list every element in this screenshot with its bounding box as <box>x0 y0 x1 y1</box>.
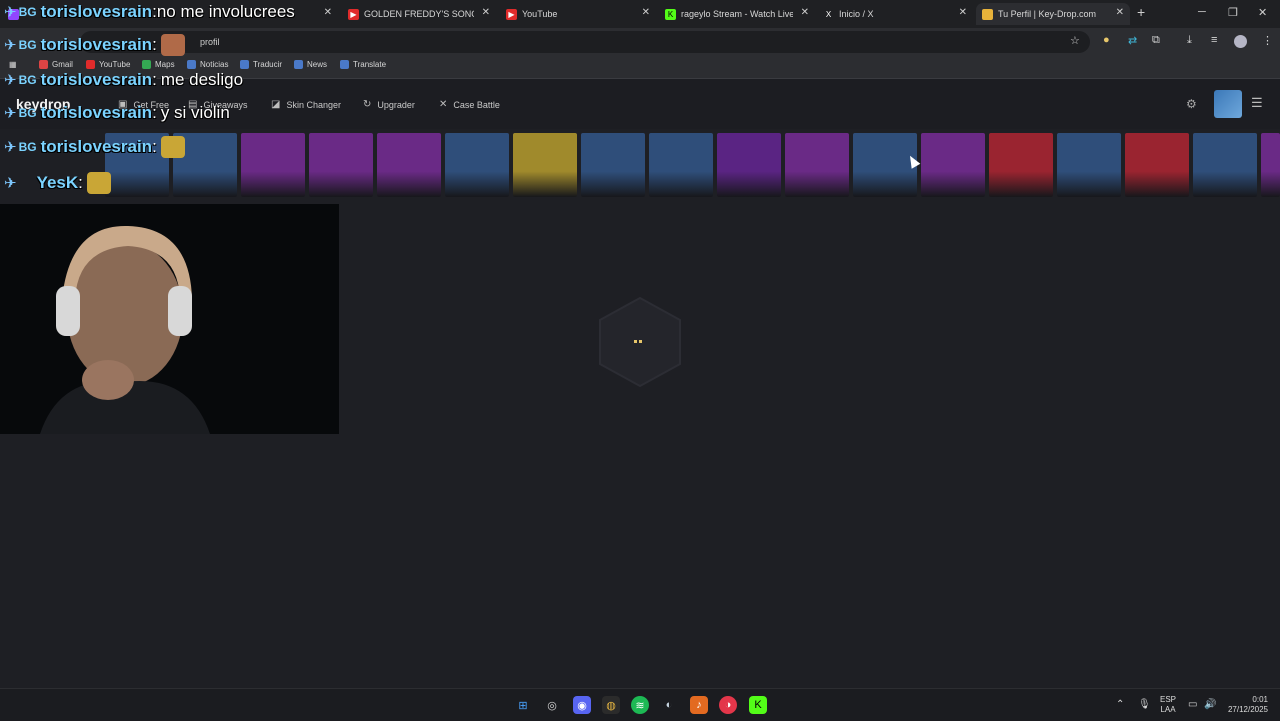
apps-grid-icon[interactable]: ▦ <box>9 60 17 69</box>
kick-icon: K <box>665 8 676 20</box>
live-drop-tile[interactable] <box>581 133 645 197</box>
live-drop-tile[interactable] <box>921 133 985 197</box>
bookmark-star-icon[interactable]: ☆ <box>1070 34 1080 47</box>
close-tab-icon[interactable]: ✕ <box>801 7 809 18</box>
discord-icon[interactable]: ◉ <box>573 696 591 714</box>
live-drop-tile[interactable] <box>105 133 169 197</box>
nav-upgrader[interactable]: ↻ Upgrader <box>363 99 415 110</box>
youtube-icon: ▶ <box>348 8 359 20</box>
volume-icon[interactable]: 🔊 <box>1204 699 1216 710</box>
site-menu-icon[interactable]: ☰ <box>1251 95 1263 111</box>
live-drop-tile[interactable] <box>785 133 849 197</box>
system-clock[interactable]: 0:01 27/12/2025 <box>1224 695 1268 715</box>
live-drop-tile[interactable] <box>1125 133 1189 197</box>
live-drop-tile[interactable] <box>173 133 237 197</box>
chrome-icon[interactable]: ◍ <box>602 696 620 714</box>
close-tab-icon[interactable]: ✕ <box>324 7 332 18</box>
settings-gear-icon[interactable]: ⚙ <box>1186 97 1197 111</box>
address-bar-text: profil <box>200 37 220 47</box>
obs-icon[interactable]: ◎ <box>543 696 561 714</box>
live-drop-tile[interactable] <box>241 133 305 197</box>
nav-giveaways[interactable]: ▤ Giveaways <box>188 99 247 110</box>
twitch-icon <box>8 8 19 20</box>
restore-icon[interactable]: ❐ <box>1228 6 1238 19</box>
minimize-icon[interactable]: ─ <box>1198 6 1206 18</box>
bookmarks-bar: ▦ Gmail YouTube Maps Noticias Traducir N… <box>0 56 1280 79</box>
live-drop-tile[interactable] <box>513 133 577 197</box>
nav-skin-changer[interactable]: ◪ Skin Changer <box>271 99 341 110</box>
live-drop-tile[interactable] <box>1261 133 1280 197</box>
tab-youtube[interactable]: ▶ YouTube ✕ <box>506 3 656 25</box>
fl-studio-icon[interactable]: ♪ <box>690 696 708 714</box>
address-bar[interactable]: profil <box>80 31 1090 53</box>
browser-menu-icon[interactable]: ⋮ <box>1262 34 1273 47</box>
tab-x[interactable]: X Inicio / X ✕ <box>823 3 973 25</box>
spinner-dot <box>639 340 642 343</box>
gift-icon: ▣ <box>118 99 128 110</box>
live-drop-tile[interactable] <box>717 133 781 197</box>
live-drops-strip <box>0 133 1280 197</box>
windows-start-icon[interactable]: ⊞ <box>514 696 532 714</box>
user-avatar[interactable] <box>1214 90 1242 118</box>
live-drop-tile[interactable] <box>445 133 509 197</box>
tab-kick-stream[interactable]: K rageylo Stream - Watch Live on ✕ <box>665 3 815 25</box>
x-icon: X <box>825 9 832 19</box>
downloads-icon[interactable]: ⤓ <box>1187 34 1192 47</box>
close-tab-icon[interactable]: ✕ <box>482 7 490 18</box>
bookmark-noticias[interactable]: Noticias <box>187 60 228 69</box>
live-drop-tile[interactable] <box>1193 133 1257 197</box>
tray-chevron-icon[interactable]: ⌃ <box>1116 699 1124 710</box>
spotify-icon[interactable]: ≋ <box>631 696 649 714</box>
extension-icon[interactable]: ● <box>1103 34 1110 46</box>
site-navbar: keydrop ▣ Get Free ▤ Giveaways ◪ Skin Chang… <box>0 79 1280 129</box>
windows-taskbar: ⊞ ◎ ◉ ◍ ≋ ◐ ♪ ◑ K ⌃ 🎙 ESP LAA ▭ 🔊 0:01 2… <box>0 688 1280 721</box>
live-drop-tile[interactable] <box>853 133 917 197</box>
spinner-dot <box>634 340 637 343</box>
browser-tab-strip: ✕ ▶ GOLDEN FREDDY'S SONG By I ✕ ▶ YouTub… <box>0 0 1280 28</box>
bookmark-youtube[interactable]: YouTube <box>86 60 130 69</box>
nav-get-free[interactable]: ▣ Get Free <box>118 99 169 110</box>
browser-toolbar: profil <box>0 28 1280 56</box>
swords-icon: ✕ <box>439 99 448 110</box>
reading-list-icon[interactable]: ≡ <box>1211 34 1217 46</box>
tab-golden-freddy[interactable]: ▶ GOLDEN FREDDY'S SONG By I ✕ <box>348 3 496 25</box>
bookmark-translate[interactable]: Translate <box>340 60 386 69</box>
kick-icon[interactable]: K <box>749 696 767 714</box>
giveaway-icon: ▤ <box>188 99 198 110</box>
extensions-icon[interactable]: ⧉ <box>1152 34 1160 47</box>
keydrop-icon <box>982 8 993 20</box>
streamer-webcam-image <box>0 204 339 434</box>
loading-spinner <box>596 296 684 388</box>
microphone-icon[interactable]: 🎙 <box>1138 699 1151 710</box>
bookmark-news[interactable]: News <box>294 60 327 69</box>
close-tab-icon[interactable]: ✕ <box>1116 7 1124 18</box>
language-indicator[interactable]: ESP LAA <box>1160 695 1176 715</box>
skin-changer-icon: ◪ <box>271 99 281 110</box>
nav-case-battle[interactable]: ✕ Case Battle <box>439 99 500 110</box>
keydrop-logo[interactable]: keydrop <box>16 96 70 112</box>
bookmark-maps[interactable]: Maps <box>142 60 175 69</box>
tab-keydrop-profile[interactable]: Tu Perfil | Key-Drop.com ✕ <box>976 3 1130 25</box>
live-drop-tile[interactable] <box>649 133 713 197</box>
steam-icon[interactable]: ◐ <box>660 696 678 714</box>
translate-extension-icon[interactable]: ⇄ <box>1128 34 1137 47</box>
app-icon[interactable]: ◑ <box>719 696 737 714</box>
close-tab-icon[interactable]: ✕ <box>642 7 650 18</box>
tab-twitch[interactable]: ✕ <box>8 3 338 25</box>
bookmark-traducir[interactable]: Traducir <box>240 60 282 69</box>
live-drop-tile[interactable] <box>989 133 1053 197</box>
youtube-icon: ▶ <box>506 8 517 20</box>
webcam-overlay <box>0 204 339 434</box>
new-tab-button[interactable]: + <box>1137 4 1145 20</box>
close-tab-icon[interactable]: ✕ <box>959 7 967 18</box>
bookmark-gmail[interactable]: Gmail <box>39 60 73 69</box>
upgrade-icon: ↻ <box>363 99 372 110</box>
close-window-icon[interactable]: ✕ <box>1258 6 1267 19</box>
profile-avatar-icon[interactable] <box>1234 35 1247 48</box>
live-drop-tile[interactable] <box>377 133 441 197</box>
live-drop-tile[interactable] <box>1057 133 1121 197</box>
live-drop-tile[interactable] <box>309 133 373 197</box>
network-icon[interactable]: ▭ <box>1188 699 1197 710</box>
